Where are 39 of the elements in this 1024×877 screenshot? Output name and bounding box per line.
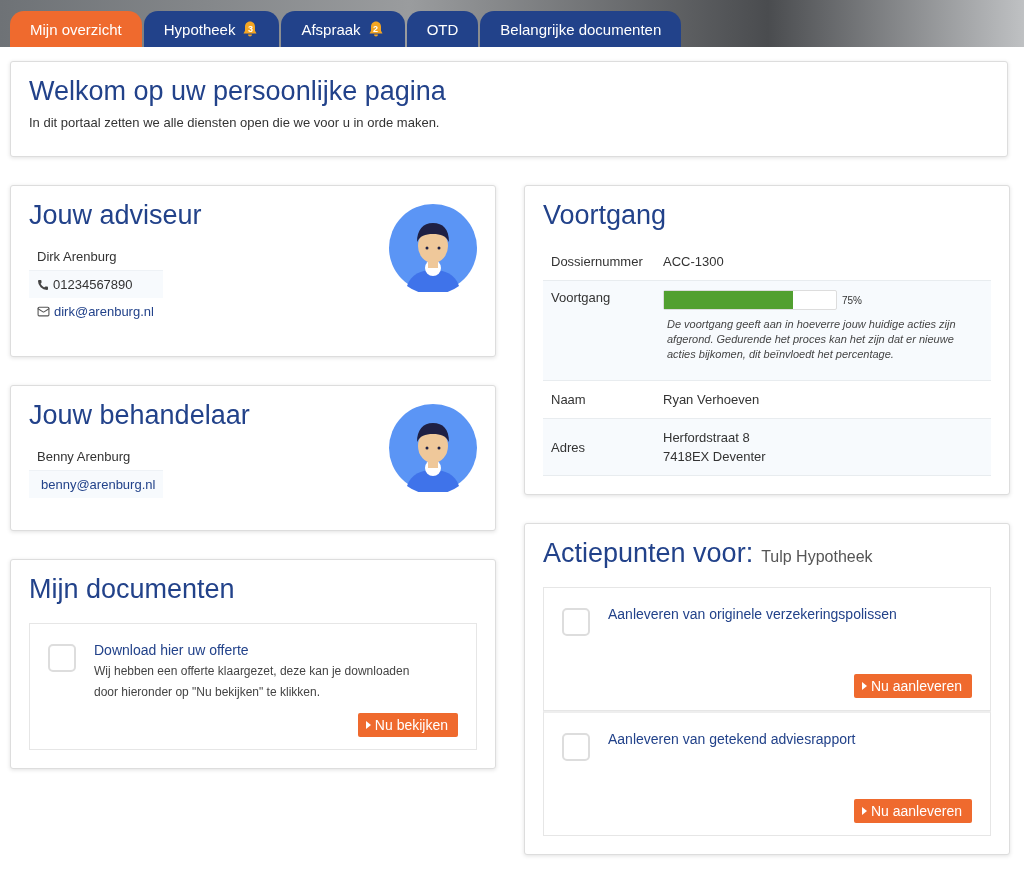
action-title: Aanleveren van getekend adviesrapport: [608, 731, 857, 747]
card-subtitle: Tulp Hypotheek: [761, 548, 873, 565]
progress-note: De voortgang geeft aan in hoeverre jouw huidige acties zijn afgerond. Gedurende het proces kan het zijn dat er nieuwe acties bijkomen, dit beïnvloedt het percentage.: [667, 317, 957, 362]
caret-icon: [861, 807, 867, 815]
nav-tab[interactable]: Hypotheek 3: [143, 11, 280, 47]
notification-badge: 2: [366, 20, 385, 38]
person-name: Benny Arenburg: [37, 449, 131, 464]
card-title: Actiepunten voor: Tulp Hypotheek: [543, 538, 874, 569]
nav-tab[interactable]: OTD: [406, 11, 479, 47]
phone-icon: [37, 278, 49, 291]
row-value: Ryan Verhoeven: [663, 391, 761, 409]
document-description: Wij hebben een offerte klaargezet, deze kan je downloaden door hieronder op "Nu bekijken" te klikken.: [94, 663, 411, 701]
card-title: Jouw behandelaar: [29, 400, 251, 431]
progress-reading: 75%: [842, 294, 862, 306]
person-name: Dirk Arenburg: [37, 249, 117, 264]
phone-number: 01234567890: [53, 277, 133, 292]
nav-tab[interactable]: Afspraak 2: [281, 11, 405, 47]
caret-icon: [365, 721, 371, 729]
welcome-title: Welkom op uw persoonlijke pagina: [29, 76, 447, 107]
checkbox[interactable]: [48, 644, 76, 672]
welcome-text: In dit portaal zetten we alle diensten open die we voor u in orde maken.: [29, 115, 441, 130]
row-label: Naam: [551, 392, 587, 407]
row-label: Voortgang: [551, 290, 612, 305]
address-line: Herfordstraat 8: [663, 429, 751, 447]
card-title: Voortgang: [543, 200, 668, 231]
mail-icon: [37, 305, 50, 318]
checkbox[interactable]: [562, 733, 590, 761]
card-title: Jouw adviseur: [29, 200, 203, 231]
caret-icon: [861, 682, 867, 690]
document-title: Download hier uw offerte: [94, 642, 250, 658]
nav-tab[interactable]: Belangrijke documenten: [480, 11, 682, 47]
row-value: ACC-1300: [663, 253, 725, 271]
checkbox[interactable]: [562, 608, 590, 636]
row-label: Dossiernummer: [551, 254, 644, 269]
address-line: 7418EX Deventer: [663, 448, 767, 466]
email-link[interactable]: dirk@arenburg.nl: [54, 304, 154, 319]
row-label: Adres: [551, 439, 586, 455]
action-title: Aanleveren van originele verzekeringspolissen: [608, 606, 898, 622]
card-title: Mijn documenten: [29, 574, 236, 605]
